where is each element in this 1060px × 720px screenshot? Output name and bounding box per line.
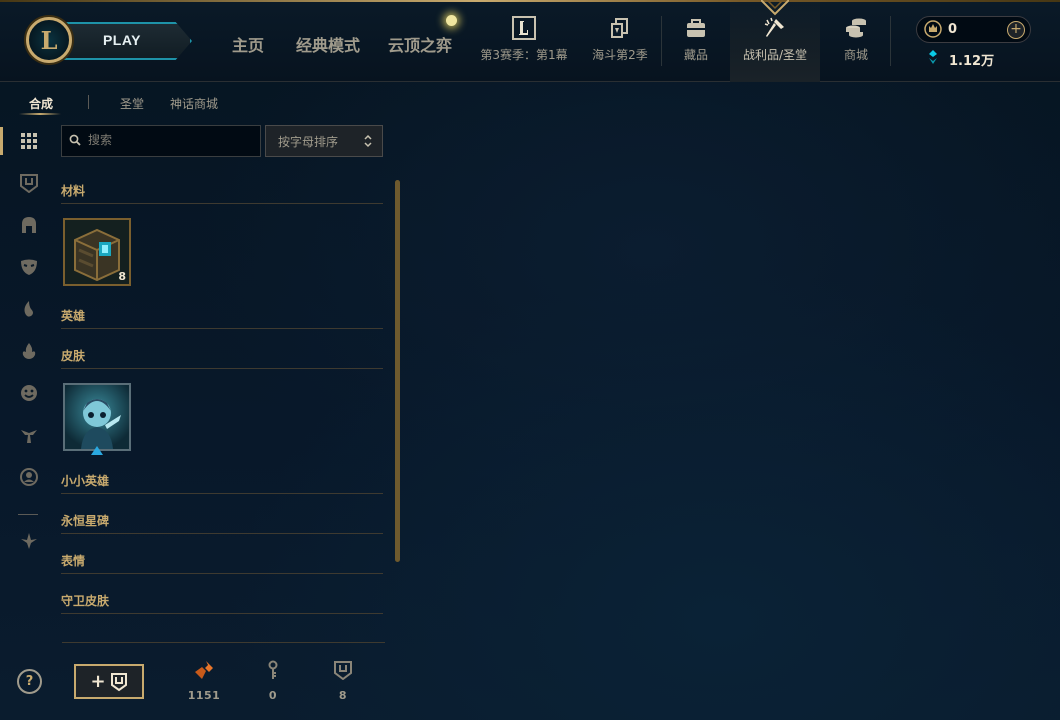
- orange-essence-stat: 1151: [174, 660, 234, 702]
- loot-hammer-icon: [764, 17, 784, 37]
- category-materials[interactable]: 材料: [61, 182, 383, 204]
- keys-stat: 0: [243, 660, 303, 702]
- cards-icon: [611, 18, 628, 38]
- nav-loot-label: 战利品/圣堂: [742, 48, 808, 62]
- loot-page: PLAY L 主页 经典模式 云顶之弈 第3赛季：第1幕 海斗第2季 藏品 战利…: [0, 0, 1060, 720]
- store-coins-icon: [846, 18, 866, 38]
- key-icon: [268, 660, 278, 679]
- nav-classic-mode[interactable]: 经典模式: [296, 32, 360, 56]
- keys-value: 0: [268, 689, 278, 702]
- buy-rp-button[interactable]: +: [1007, 21, 1025, 39]
- skin-shard-item[interactable]: [63, 383, 131, 451]
- nav-home[interactable]: 主页: [232, 32, 264, 56]
- sort-dropdown-label: 按字母排序: [278, 135, 339, 149]
- emote-icon[interactable]: [19, 383, 39, 403]
- nav-ranked-season[interactable]: 第3赛季：第1幕: [478, 14, 570, 74]
- nav-clash-season[interactable]: 海斗第2季: [584, 14, 656, 74]
- category-champions[interactable]: 英雄: [61, 307, 383, 329]
- champion-helmet-icon[interactable]: [19, 215, 39, 235]
- nav-collection[interactable]: 藏品: [670, 14, 722, 74]
- riot-points-icon: [924, 20, 942, 38]
- league-logo-letter: L: [40, 25, 58, 55]
- ranked-l-icon: [512, 16, 536, 40]
- league-logo: L: [26, 17, 72, 63]
- orange-essence-value: 1151: [187, 689, 221, 702]
- nav-store[interactable]: 商城: [832, 14, 880, 74]
- collection-bag-icon: [687, 19, 705, 37]
- scrollbar-thumb[interactable]: [395, 180, 400, 562]
- chest-icon[interactable]: [19, 173, 39, 193]
- chest-count: 8: [118, 270, 126, 283]
- active-tab-underline: [19, 113, 61, 115]
- tab-mythic-shop[interactable]: 神话商城: [170, 95, 218, 112]
- subtab-separator: [88, 95, 89, 109]
- rail-active-indicator: [0, 127, 3, 155]
- chests-value: 8: [338, 689, 348, 702]
- nav-ranked-season-label: 第3赛季：第1幕: [480, 48, 568, 62]
- orange-essence-icon: [195, 661, 213, 679]
- blue-essence-value: 1.12万: [949, 54, 995, 69]
- rarity-triangle-icon: [91, 446, 103, 455]
- category-skins[interactable]: 皮肤: [61, 347, 383, 369]
- search-icon: [69, 134, 81, 146]
- plus-sign: +: [90, 671, 106, 692]
- icon-profile-icon[interactable]: [19, 467, 39, 487]
- nav-loot[interactable]: 战利品/圣堂: [738, 14, 812, 74]
- search-input[interactable]: [88, 131, 248, 149]
- category-eternals[interactable]: 永恒星碑: [61, 512, 383, 534]
- nav-clash-season-label: 海斗第2季: [592, 48, 648, 62]
- nav-store-label: 商城: [843, 48, 868, 62]
- help-button[interactable]: ?: [17, 669, 42, 694]
- nav-collection-label: 藏品: [683, 48, 708, 62]
- skin-portrait-icon: [65, 385, 129, 449]
- hextech-chest-item[interactable]: 8: [63, 218, 131, 286]
- little-legend-icon[interactable]: [19, 299, 39, 319]
- rail-divider: [18, 514, 38, 515]
- tab-sanctum[interactable]: 圣堂: [120, 95, 144, 112]
- ward-icon[interactable]: [19, 341, 39, 361]
- skin-mask-icon[interactable]: [19, 257, 39, 277]
- category-ward-skins[interactable]: 守卫皮肤: [61, 592, 383, 614]
- nav-tft[interactable]: 云顶之弈: [388, 32, 452, 56]
- category-emotes[interactable]: 表情: [61, 552, 383, 574]
- nav-separator: [661, 16, 662, 66]
- purchase-chest-button[interactable]: +: [74, 664, 144, 699]
- blue-essence-icon: [929, 50, 937, 64]
- bottom-divider: [62, 642, 385, 643]
- category-little-legends[interactable]: 小小英雄: [61, 472, 383, 494]
- tft-notification-dot: [446, 15, 457, 26]
- warden-icon[interactable]: [19, 531, 39, 551]
- nav-separator: [890, 16, 891, 66]
- chevron-up-down-icon: [364, 134, 372, 148]
- chests-stat: 8: [313, 660, 373, 702]
- play-button-label[interactable]: PLAY: [92, 32, 152, 48]
- chest-icon: [110, 672, 127, 691]
- grid-all-icon[interactable]: [19, 131, 39, 151]
- tab-crafting[interactable]: 合成: [29, 95, 53, 112]
- riot-points-value: 0: [948, 22, 958, 37]
- chest-icon: [334, 661, 352, 680]
- eternals-icon[interactable]: [19, 425, 39, 445]
